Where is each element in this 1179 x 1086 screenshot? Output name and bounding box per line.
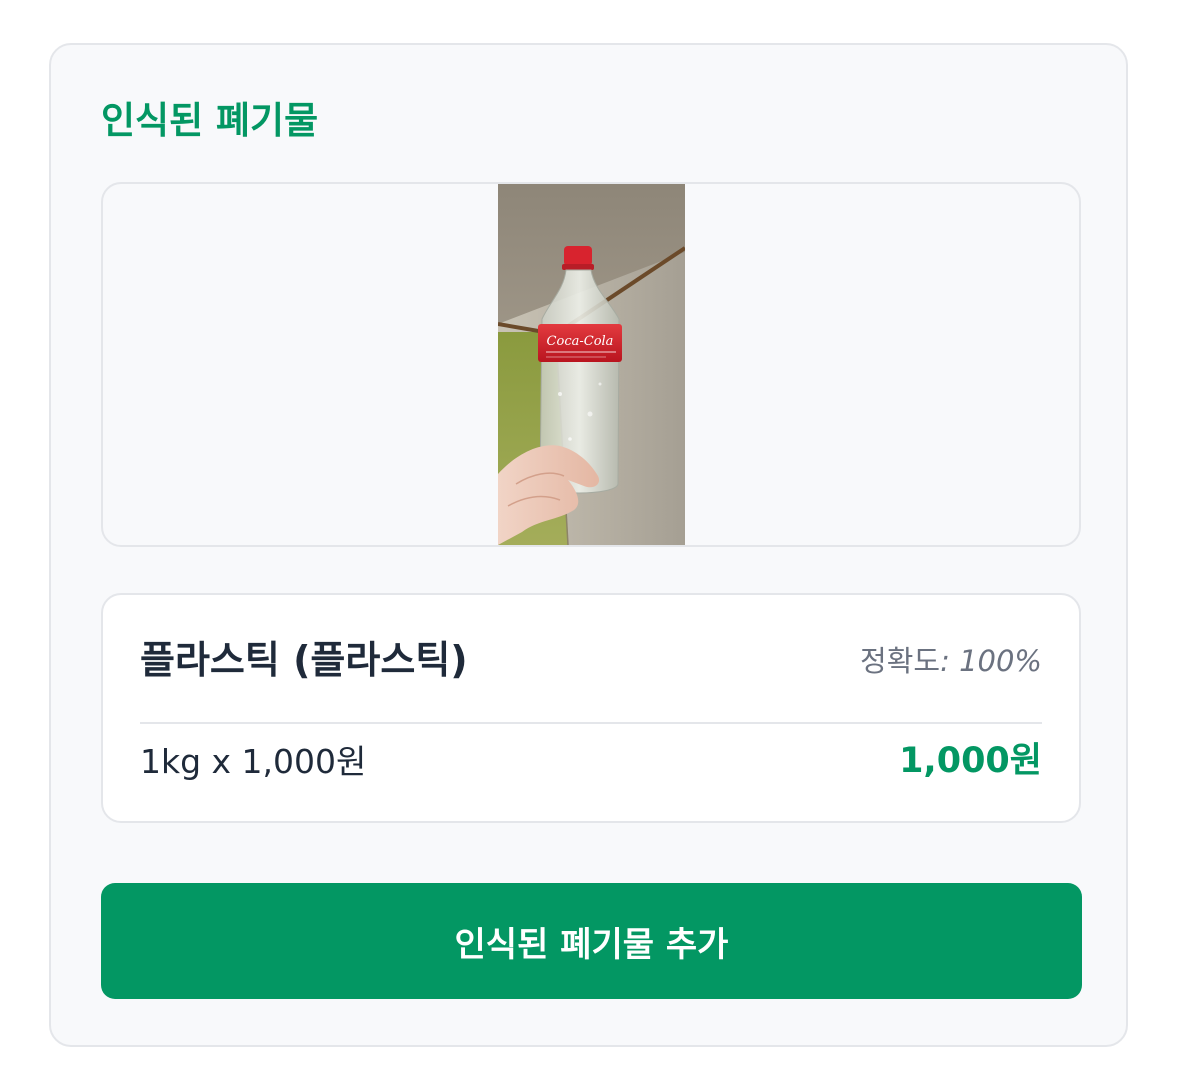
accuracy-value: 100% bbox=[959, 644, 1042, 678]
waste-type-name: 플라스틱 (플라스틱) bbox=[140, 638, 468, 682]
weight-price-calc: 1kg x 1,000원 bbox=[140, 742, 367, 781]
add-recognized-waste-button[interactable]: 인식된 폐기물 추가 bbox=[101, 883, 1082, 999]
waste-image-frame: Coca-Cola bbox=[101, 182, 1081, 547]
accuracy-label: 정확도 bbox=[860, 644, 941, 678]
bottle-label-text: Coca-Cola bbox=[547, 334, 614, 349]
divider bbox=[140, 722, 1042, 724]
accuracy-text: 정확도: 100% bbox=[860, 644, 1042, 678]
recognition-result: 플라스틱 (플라스틱) 정확도: 100% 1kg x 1,000원 1,000… bbox=[101, 593, 1081, 823]
waste-photo: Coca-Cola bbox=[498, 184, 685, 545]
card-title: 인식된 폐기물 bbox=[101, 99, 319, 142]
total-price: 1,000원 bbox=[899, 741, 1042, 781]
recognized-waste-card: 인식된 폐기물 Coca-Cola 플라스틱 (플라스틱) 정확도: 100% … bbox=[49, 43, 1128, 1047]
